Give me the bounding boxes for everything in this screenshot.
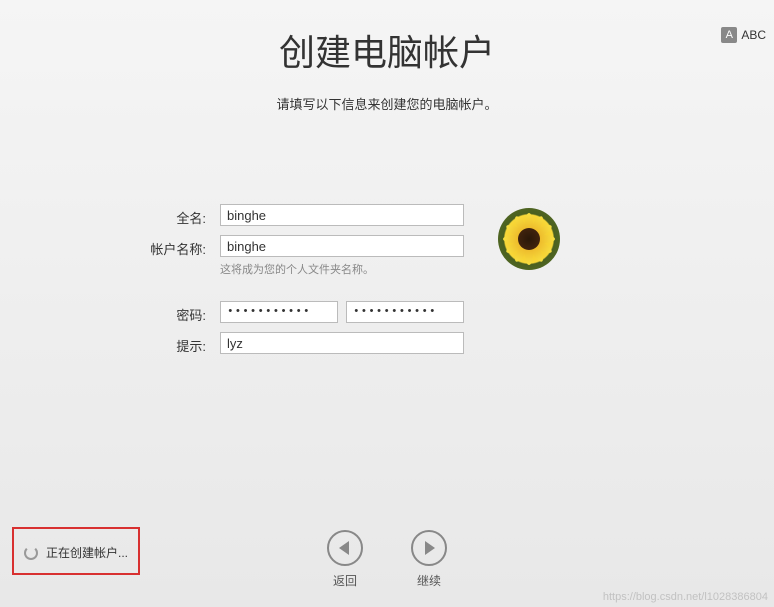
input-method-indicator[interactable]: A ABC [721, 27, 766, 43]
page-title: 创建电脑帐户 [0, 24, 774, 76]
full-name-input[interactable] [220, 204, 464, 226]
hint-label: 提示: [0, 332, 220, 355]
account-name-label: 帐户名称: [0, 235, 220, 258]
hint-input[interactable] [220, 332, 464, 354]
avatar[interactable] [498, 208, 560, 270]
watermark: https://blog.csdn.net/l1028386804 [603, 591, 768, 603]
password-label: 密码: [0, 301, 220, 324]
input-method-label: ABC [741, 28, 766, 42]
account-name-input[interactable] [220, 235, 464, 257]
back-arrow-icon [327, 530, 363, 566]
sunflower-icon [498, 208, 560, 270]
input-method-badge: A [721, 27, 737, 43]
page-subtitle: 请填写以下信息来创建您的电脑帐户。 [0, 94, 774, 113]
continue-button[interactable]: 继续 [411, 530, 447, 589]
continue-label: 继续 [417, 572, 441, 589]
account-name-hint: 这将成为您的个人文件夹名称。 [220, 261, 464, 277]
continue-arrow-icon [411, 530, 447, 566]
password-input[interactable]: ••••••••••• [220, 301, 338, 323]
back-label: 返回 [333, 572, 357, 589]
back-button[interactable]: 返回 [327, 530, 363, 589]
account-form: 全名: 帐户名称: 这将成为您的个人文件夹名称。 密码: •••••••••••… [0, 204, 774, 363]
nav-buttons: 返回 继续 [0, 530, 774, 589]
full-name-label: 全名: [0, 204, 220, 227]
password-confirm-input[interactable]: ••••••••••• [346, 301, 464, 323]
